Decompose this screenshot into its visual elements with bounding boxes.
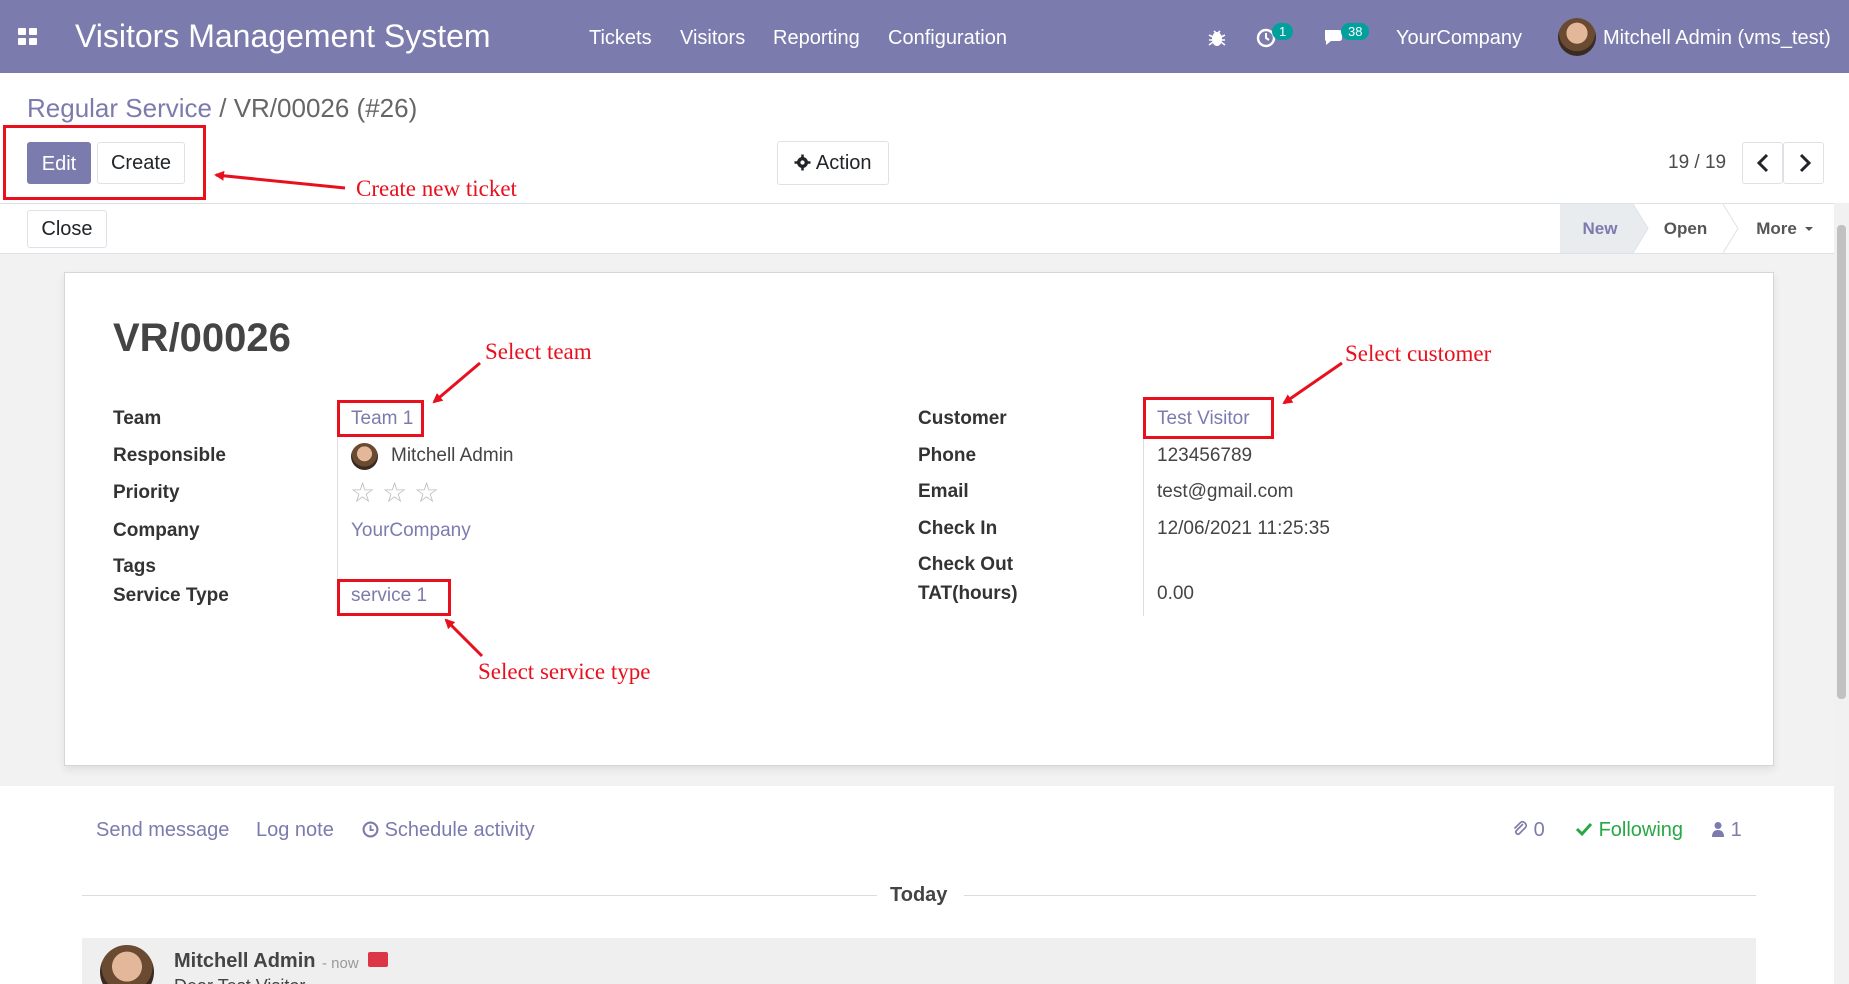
top-navbar: Visitors Management System Tickets Visit… xyxy=(0,0,1849,73)
record-title: VR/00026 xyxy=(113,316,291,360)
annotation-box-service-type xyxy=(337,579,451,616)
breadcrumb-separator: / xyxy=(219,93,227,123)
annotation-create-ticket: Create new ticket xyxy=(356,176,517,201)
clock-icon xyxy=(362,821,379,838)
attachments-button[interactable]: 0 xyxy=(1512,819,1545,842)
chevron-left-icon xyxy=(1756,153,1769,173)
action-button[interactable]: Action xyxy=(777,141,889,185)
breadcrumb-current: VR/00026 (#26) xyxy=(233,93,418,123)
activity-count-badge: 1 xyxy=(1272,23,1294,40)
priority-star-3-icon[interactable]: ☆ xyxy=(414,476,439,509)
apps-menu-icon[interactable] xyxy=(18,28,38,46)
responsible-avatar xyxy=(351,443,378,470)
company-label: Company xyxy=(113,520,200,541)
menu-visitors[interactable]: Visitors xyxy=(680,27,745,50)
menu-configuration[interactable]: Configuration xyxy=(888,27,1007,50)
paperclip-icon xyxy=(1513,820,1528,836)
menu-reporting[interactable]: Reporting xyxy=(773,27,860,50)
message-time: - now xyxy=(322,955,359,972)
form-statusbar: Close New Open More xyxy=(0,203,1849,254)
phone-label: Phone xyxy=(918,445,977,466)
annotation-box-team xyxy=(337,400,424,437)
today-divider-left xyxy=(82,895,877,896)
annotation-box-customer xyxy=(1143,397,1274,439)
envelope-icon xyxy=(368,952,388,967)
stage-open[interactable]: Open xyxy=(1648,204,1723,253)
menu-tickets[interactable]: Tickets xyxy=(589,27,652,50)
log-note-button[interactable]: Log note xyxy=(256,819,334,842)
email-field[interactable]: test@gmail.com xyxy=(1157,481,1294,503)
breadcrumb: Regular Service / VR/00026 (#26) xyxy=(27,93,417,124)
caret-down-icon xyxy=(1804,226,1813,231)
stage-more-label: More xyxy=(1756,218,1797,238)
pager-previous-button[interactable] xyxy=(1742,142,1783,184)
team-label: Team xyxy=(113,408,162,429)
action-label: Action xyxy=(815,152,872,174)
message-count-badge: 38 xyxy=(1341,23,1370,40)
phone-field[interactable]: 123456789 xyxy=(1157,445,1252,467)
annotation-select-customer: Select customer xyxy=(1345,341,1492,366)
pager-next-button[interactable] xyxy=(1783,142,1824,184)
company-field[interactable]: YourCompany xyxy=(351,520,471,542)
pager-value[interactable]: 19 / 19 xyxy=(1668,152,1726,174)
company-switcher[interactable]: YourCompany xyxy=(1396,27,1522,50)
send-message-button[interactable]: Send message xyxy=(96,819,229,842)
stage-new[interactable]: New xyxy=(1560,204,1640,253)
followers-count: 1 xyxy=(1730,819,1742,841)
chevron-right-icon xyxy=(1799,153,1812,173)
check-icon xyxy=(1575,822,1593,837)
app-title: Visitors Management System xyxy=(75,18,491,54)
schedule-activity-button[interactable]: Schedule activity xyxy=(362,819,535,842)
schedule-activity-label: Schedule activity xyxy=(384,819,535,841)
user-icon xyxy=(1712,822,1724,837)
close-button[interactable]: Close xyxy=(27,210,107,248)
service-type-label: Service Type xyxy=(113,585,229,606)
debug-bug-icon[interactable] xyxy=(1207,28,1227,48)
today-separator: Today xyxy=(890,884,948,906)
annotation-box-buttons xyxy=(3,125,206,200)
user-menu[interactable]: Mitchell Admin (vms_test) xyxy=(1603,27,1831,50)
followers-button[interactable]: 1 xyxy=(1711,819,1742,842)
checkin-label: Check In xyxy=(918,518,998,539)
stage-more-dropdown[interactable]: More xyxy=(1738,204,1834,253)
annotation-select-service-type: Select service type xyxy=(478,659,651,684)
priority-star-2-icon[interactable]: ☆ xyxy=(382,476,407,509)
tat-label: TAT(hours) xyxy=(918,583,1018,604)
user-avatar[interactable] xyxy=(1558,18,1596,56)
priority-star-1-icon[interactable]: ☆ xyxy=(350,476,375,509)
tags-label: Tags xyxy=(113,556,156,577)
attachments-count: 0 xyxy=(1533,819,1545,841)
following-button[interactable]: Following xyxy=(1575,819,1683,842)
tat-field[interactable]: 0.00 xyxy=(1157,583,1194,605)
responsible-field[interactable]: Mitchell Admin xyxy=(391,445,514,467)
scrollbar-thumb[interactable] xyxy=(1837,225,1846,699)
checkin-field[interactable]: 12/06/2021 11:25:35 xyxy=(1157,518,1330,540)
responsible-label: Responsible xyxy=(113,445,226,466)
checkout-label: Check Out xyxy=(918,554,1014,575)
email-label: Email xyxy=(918,481,969,502)
breadcrumb-parent[interactable]: Regular Service xyxy=(27,93,212,123)
following-label: Following xyxy=(1598,819,1684,841)
customer-label: Customer xyxy=(918,408,1007,429)
annotation-select-team: Select team xyxy=(485,339,592,364)
gear-icon xyxy=(795,154,811,171)
priority-label: Priority xyxy=(113,482,180,503)
message-author[interactable]: Mitchell Admin xyxy=(174,950,315,973)
today-divider-right xyxy=(964,895,1756,896)
message-body: Dear Test Visitor xyxy=(174,976,305,984)
